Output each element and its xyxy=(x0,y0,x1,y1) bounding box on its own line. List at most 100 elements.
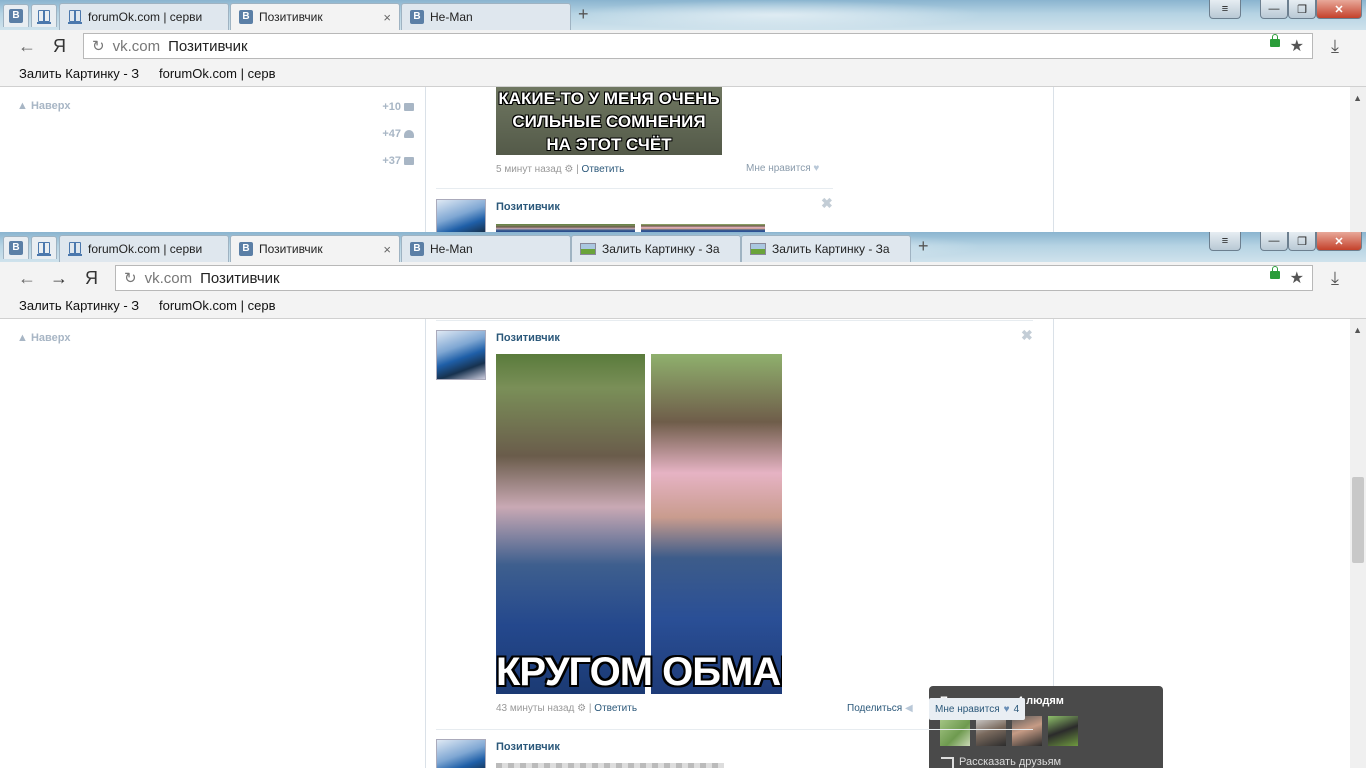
lock-icon[interactable] xyxy=(1270,266,1280,279)
minimize-button[interactable]: — xyxy=(1260,0,1288,19)
bookmarks-bar: Залить Картинку - З forumOk.com | серв xyxy=(0,62,1366,87)
yandex-logo[interactable]: Я xyxy=(85,268,98,289)
people-icon xyxy=(404,130,414,138)
photo-right xyxy=(651,354,782,694)
book-icon xyxy=(68,10,82,24)
close-window-button[interactable]: ✕ xyxy=(1316,232,1362,251)
reply-link[interactable]: Ответить xyxy=(582,164,625,175)
browser-menu-button[interactable]: ≡ xyxy=(1209,232,1241,251)
like-count: 4 xyxy=(1013,703,1020,715)
reload-icon[interactable]: ↻ xyxy=(124,269,137,287)
new-tab-button[interactable]: + xyxy=(578,4,589,25)
url-field[interactable]: ↻ vk.com Позитивчик ★ xyxy=(83,33,1313,59)
pinned-tab-vk[interactable]: B xyxy=(3,236,29,259)
bookmark-zalit-kartinku[interactable]: Залить Картинку - З xyxy=(19,298,147,313)
post-image[interactable]: КРУГОМ ОБМАН xyxy=(496,354,782,694)
bookmark-zalit-kartinku[interactable]: Залить Картинку - З xyxy=(19,66,147,81)
liker-avatar[interactable] xyxy=(1048,716,1078,746)
like-button[interactable]: Мне нравится ♥ 4 xyxy=(929,698,1026,720)
pinned-tab-book[interactable] xyxy=(31,236,57,259)
tab-label: He-Man xyxy=(430,242,473,256)
scrollbar[interactable]: ▲ xyxy=(1350,319,1366,768)
post-photo[interactable] xyxy=(641,224,765,232)
tab-label: He-Man xyxy=(430,10,473,24)
vk-icon: B xyxy=(9,9,23,23)
tab-zalit-kartinku-1[interactable]: Залить Картинку - За xyxy=(571,235,741,262)
post-time[interactable]: 43 минуты назад xyxy=(496,703,574,714)
address-bar-area: ← → Я ↻ vk.com Позитивчик ★ ⤓ xyxy=(0,262,1366,294)
forward-arrow-icon[interactable]: → xyxy=(50,268,68,289)
liker-avatar[interactable] xyxy=(1012,716,1042,746)
scroll-up-icon[interactable]: ▲ xyxy=(1353,325,1362,335)
tab-pozitivchik[interactable]: B Позитивчик × xyxy=(230,235,400,262)
title-bar-glow xyxy=(566,0,986,30)
browser-menu-button[interactable]: ≡ xyxy=(1209,0,1241,19)
scrollbar-thumb[interactable] xyxy=(1352,477,1364,563)
friends-counter[interactable]: +47 xyxy=(382,128,414,140)
gear-icon[interactable]: ⚙ xyxy=(564,164,573,175)
browser-window-foreground: B forumOk.com | серви B Позитивчик × B H… xyxy=(0,232,1366,768)
share-arrow-icon xyxy=(941,756,954,768)
star-icon[interactable]: ★ xyxy=(1290,268,1304,288)
tab-strip: B forumOk.com | серви B Позитивчик × B H… xyxy=(0,0,1366,30)
tell-friends-link[interactable]: Рассказать друзьям xyxy=(941,756,1061,768)
post-image[interactable] xyxy=(496,763,724,768)
messages-counter[interactable]: +10 xyxy=(382,101,414,113)
maximize-button[interactable]: ❐ xyxy=(1288,0,1316,19)
reload-icon[interactable]: ↻ xyxy=(92,37,105,55)
close-icon[interactable]: ✖ xyxy=(1021,327,1033,344)
naverh-link[interactable]: ▲ Наверх xyxy=(17,332,70,344)
lock-icon[interactable] xyxy=(1270,34,1280,47)
reply-link[interactable]: Ответить xyxy=(594,703,637,714)
bookmark-forumok[interactable]: forumOk.com | серв xyxy=(159,66,287,81)
tab-he-man[interactable]: B He-Man xyxy=(401,3,571,30)
pinned-tab-book[interactable] xyxy=(31,4,57,27)
tab-zalit-kartinku-2[interactable]: Залить Картинку - За xyxy=(741,235,911,262)
scroll-up-icon[interactable]: ▲ xyxy=(1353,93,1362,103)
post-author[interactable]: Позитивчик xyxy=(496,201,560,213)
avatar[interactable] xyxy=(436,199,486,232)
yandex-logo[interactable]: Я xyxy=(53,36,66,57)
post-author[interactable]: Позитивчик xyxy=(496,332,560,344)
download-icon[interactable]: ⤓ xyxy=(1331,268,1339,289)
scrollbar[interactable]: ▲ xyxy=(1350,87,1366,232)
tab-close-icon[interactable]: × xyxy=(383,242,391,257)
post-meta: 5 минут назад ⚙ | Ответить xyxy=(496,164,625,175)
liker-avatar[interactable] xyxy=(976,716,1006,746)
page-content: ▲ ▲ Наверх +10 +47 +37 КАКИЕ-ТО У МЕНЯ О… xyxy=(0,87,1366,232)
avatar[interactable] xyxy=(436,330,486,380)
tab-label: forumOk.com | серви xyxy=(88,242,203,256)
comments-counter[interactable]: +37 xyxy=(382,155,414,167)
column-divider xyxy=(425,87,426,232)
share-link[interactable]: Поделиться ◀ xyxy=(847,703,913,714)
photo-left xyxy=(496,354,645,694)
like-button[interactable]: Мне нравится ♥ xyxy=(746,163,819,174)
pinned-tab-vk[interactable]: B xyxy=(3,4,29,27)
post-author[interactable]: Позитивчик xyxy=(496,741,560,753)
minimize-button[interactable]: — xyxy=(1260,232,1288,251)
tab-forumok[interactable]: forumOk.com | серви xyxy=(59,235,229,262)
maximize-button[interactable]: ❐ xyxy=(1288,232,1316,251)
tab-pozitivchik[interactable]: B Позитивчик × xyxy=(230,3,400,30)
tab-he-man[interactable]: B He-Man xyxy=(401,235,571,262)
bookmark-forumok[interactable]: forumOk.com | серв xyxy=(159,298,287,313)
post-time[interactable]: 5 минут назад xyxy=(496,164,562,175)
gear-icon[interactable]: ⚙ xyxy=(577,703,586,714)
post-photo[interactable] xyxy=(496,224,635,232)
post-image-meme[interactable]: КАКИЕ-ТО У МЕНЯ ОЧЕНЬ СИЛЬНЫЕ СОМНЕНИЯ Н… xyxy=(496,87,722,155)
url-field[interactable]: ↻ vk.com Позитивчик ★ xyxy=(115,265,1313,291)
liker-avatar[interactable] xyxy=(940,716,970,746)
back-arrow-icon[interactable]: ← xyxy=(18,268,36,289)
download-icon[interactable]: ⤓ xyxy=(1331,36,1339,57)
close-window-button[interactable]: ✕ xyxy=(1316,0,1362,19)
avatar[interactable] xyxy=(436,739,486,768)
counter-value: +47 xyxy=(382,128,401,140)
close-icon[interactable]: ✖ xyxy=(821,195,833,212)
star-icon[interactable]: ★ xyxy=(1290,36,1304,56)
naverh-link[interactable]: ▲ Наверх xyxy=(17,100,70,112)
back-arrow-icon[interactable]: ← xyxy=(18,36,36,57)
tab-forumok[interactable]: forumOk.com | серви xyxy=(59,3,229,30)
new-tab-button[interactable]: + xyxy=(918,236,929,257)
tab-close-icon[interactable]: × xyxy=(383,10,391,25)
url-host: vk.com xyxy=(144,269,193,287)
